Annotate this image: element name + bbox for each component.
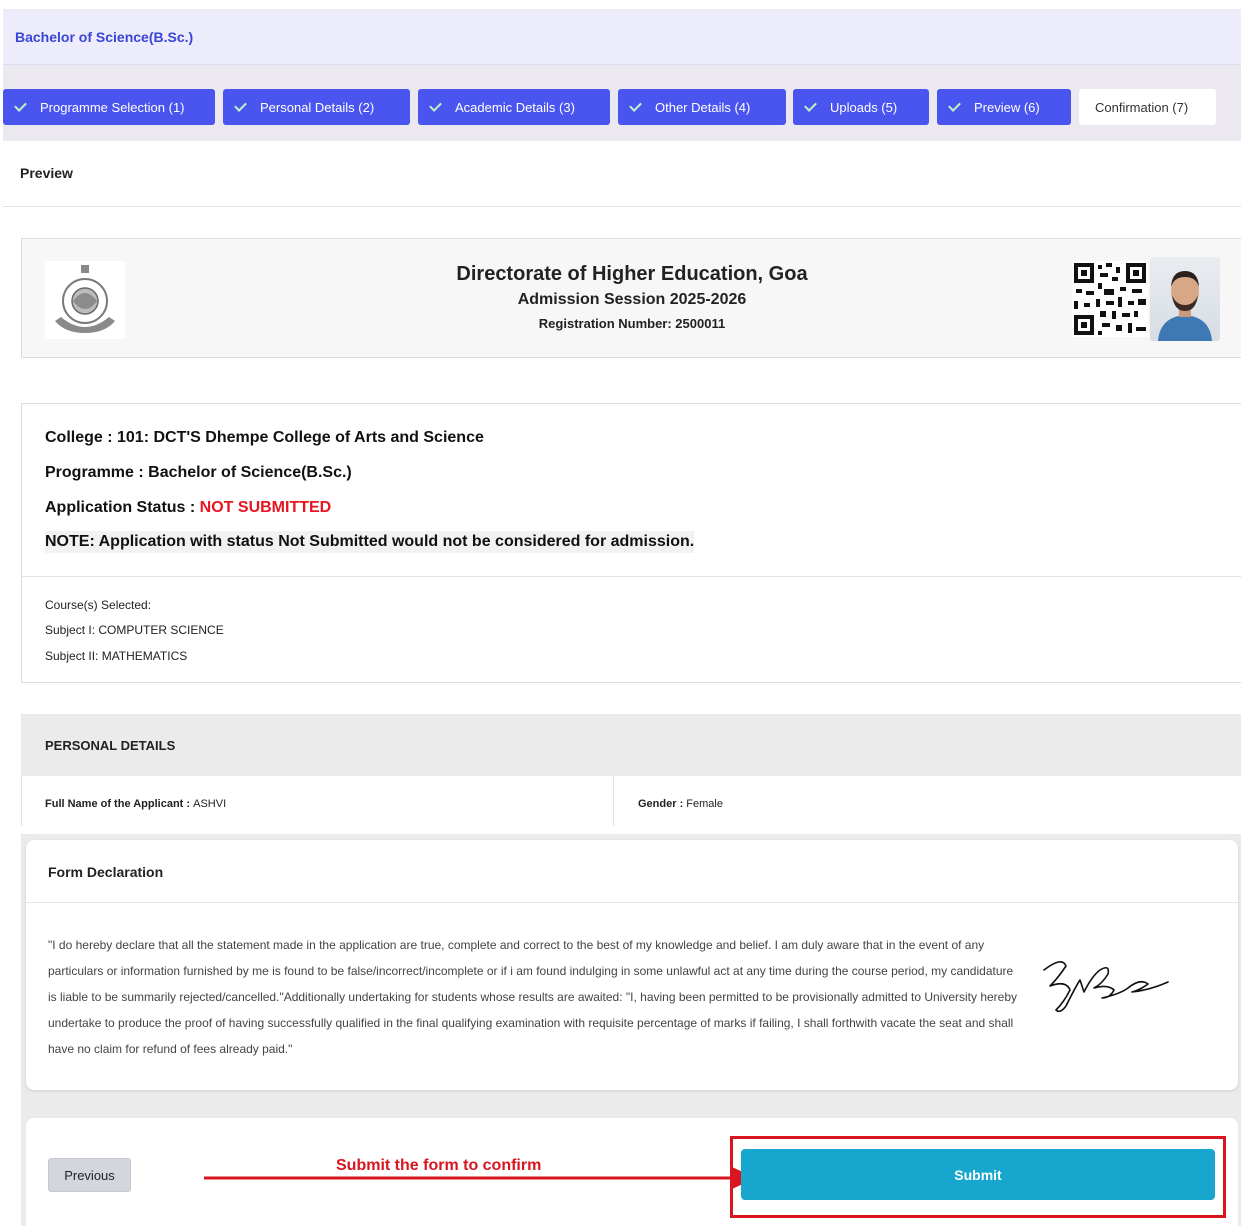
- step-programme-selection[interactable]: Programme Selection (1): [3, 89, 215, 125]
- step-label: Preview (6): [974, 99, 1040, 115]
- arrow-right-icon: [204, 1167, 756, 1189]
- step-label: Other Details (4): [655, 99, 751, 115]
- subject-1: Subject I: COMPUTER SCIENCE: [45, 623, 224, 637]
- gender-field: Gender : Female: [638, 798, 723, 810]
- step-label: Academic Details (3): [455, 99, 575, 115]
- divider: [22, 576, 1241, 577]
- programme-title: Bachelor of Science(B.Sc.): [15, 29, 194, 45]
- personal-details-row: Full Name of the Applicant : ASHVI Gende…: [21, 776, 1241, 826]
- application-status: Application Status : NOT SUBMITTED: [45, 499, 331, 517]
- field-value: Female: [686, 798, 723, 810]
- subject-2: Subject II: MATHEMATICS: [45, 649, 188, 663]
- qr-code-icon: [1072, 261, 1148, 337]
- courses-heading: Course(s) Selected:: [45, 598, 152, 612]
- column-divider: [613, 776, 614, 826]
- programme-name: Programme : Bachelor of Science(B.Sc.): [45, 464, 352, 481]
- directorate-title: Directorate of Higher Education, Goa: [456, 263, 808, 285]
- declaration-text: "I do hereby declare that all the statem…: [48, 938, 1018, 1056]
- step-label: Uploads (5): [830, 99, 898, 115]
- step-confirmation[interactable]: Confirmation (7): [1079, 89, 1216, 125]
- submit-button[interactable]: Submit: [741, 1149, 1215, 1200]
- status-label: Application Status :: [45, 499, 200, 516]
- check-icon: [429, 99, 442, 112]
- step-label: Programme Selection (1): [40, 99, 185, 115]
- step-label: Personal Details (2): [260, 99, 375, 115]
- field-label: Gender :: [638, 798, 687, 810]
- step-label: Confirmation (7): [1095, 99, 1189, 115]
- check-icon: [234, 99, 247, 112]
- applicant-name-field: Full Name of the Applicant : ASHVI: [45, 798, 226, 810]
- declaration-title: Form Declaration: [48, 864, 164, 880]
- step-personal-details[interactable]: Personal Details (2): [223, 89, 410, 125]
- steps-bar: Programme Selection (1) Personal Details…: [3, 65, 1241, 141]
- previous-button[interactable]: Previous: [48, 1158, 131, 1192]
- programme-header: Bachelor of Science(B.Sc.): [3, 9, 1241, 65]
- form-actions-card: Previous Submit the form to confirm Subm…: [26, 1118, 1238, 1226]
- page-title: Preview: [20, 165, 73, 181]
- field-label: Full Name of the Applicant :: [45, 798, 194, 810]
- personal-details-header: PERSONAL DETAILS: [21, 714, 1241, 776]
- college-name: College : 101: DCT'S Dhempe College of A…: [45, 429, 484, 446]
- section-title: PERSONAL DETAILS: [45, 738, 176, 753]
- divider: [3, 206, 1241, 207]
- divider: [26, 902, 1238, 903]
- step-uploads[interactable]: Uploads (5): [793, 89, 929, 125]
- check-icon: [629, 99, 642, 112]
- applicant-photo: [1150, 257, 1220, 341]
- step-other-details[interactable]: Other Details (4): [618, 89, 786, 125]
- step-preview[interactable]: Preview (6): [937, 89, 1071, 125]
- check-icon: [804, 99, 817, 112]
- registration-number: Registration Number: 2500011: [538, 316, 726, 331]
- application-summary-card: College : 101: DCT'S Dhempe College of A…: [21, 403, 1241, 683]
- admission-session: Admission Session 2025-2026: [517, 291, 747, 308]
- check-icon: [948, 99, 961, 112]
- status-badge: NOT SUBMITTED: [199, 499, 332, 516]
- application-header-card: Directorate of Higher Education, Goa Adm…: [21, 238, 1241, 358]
- signature-image: [1036, 950, 1176, 1020]
- field-value: ASHVI: [193, 798, 227, 810]
- status-note: NOTE: Application with status Not Submit…: [45, 531, 695, 553]
- form-declaration-card: Form Declaration "I do hereby declare th…: [26, 840, 1238, 1090]
- check-icon: [14, 99, 27, 112]
- step-academic-details[interactable]: Academic Details (3): [418, 89, 610, 125]
